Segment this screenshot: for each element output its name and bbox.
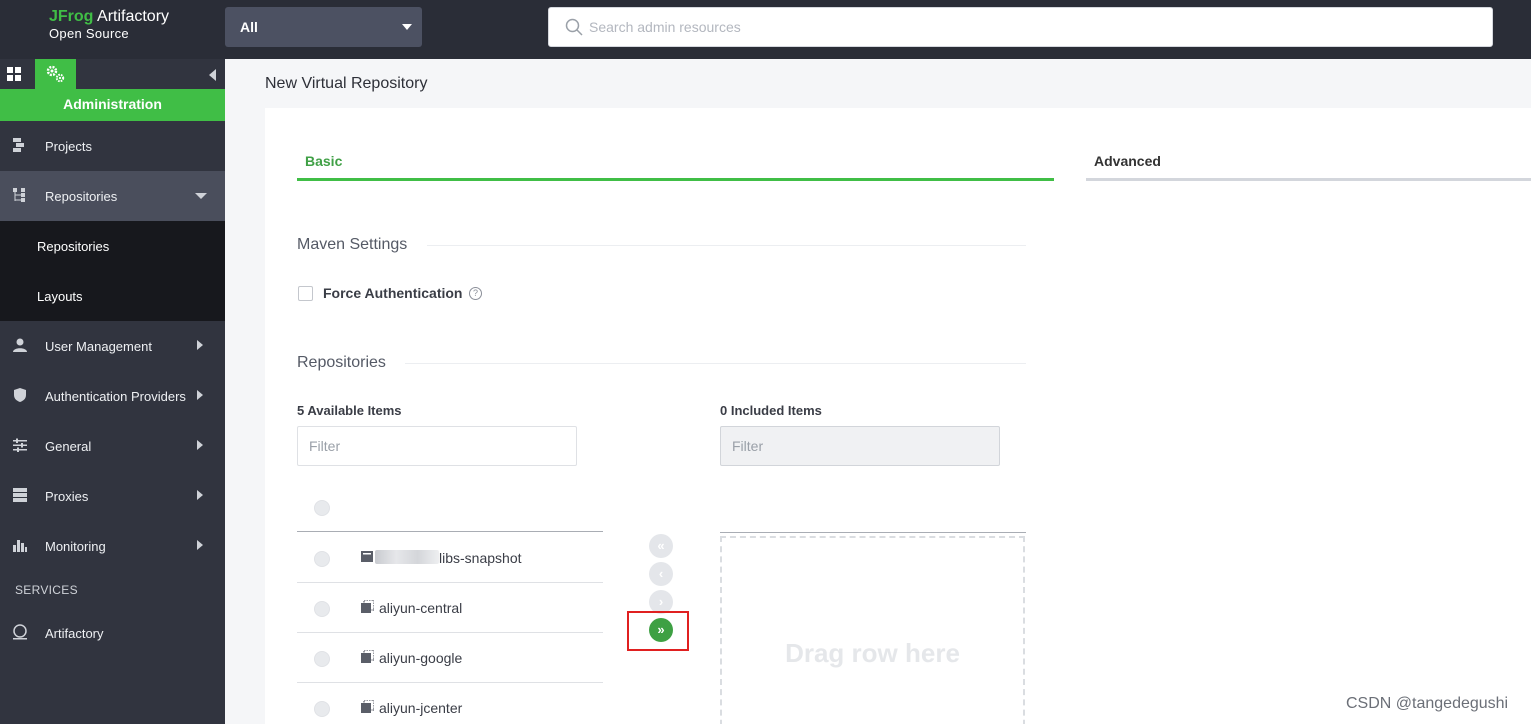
chevron-right-icon bbox=[197, 440, 203, 450]
table-row[interactable]: libs-snapshot bbox=[297, 533, 603, 583]
sidebar-subitem-label: Repositories bbox=[37, 239, 110, 254]
chevron-right-icon bbox=[197, 390, 203, 400]
repository-icon bbox=[361, 551, 373, 562]
remote-repository-icon bbox=[361, 700, 374, 713]
row-select-radio[interactable] bbox=[314, 651, 330, 667]
sidebar-item-label: Projects bbox=[45, 139, 92, 154]
sidebar-item-proxies[interactable]: Proxies bbox=[0, 471, 225, 521]
sidebar-item-label: General bbox=[45, 439, 92, 454]
sidebar-subitem-repositories[interactable]: Repositories bbox=[0, 221, 225, 271]
administration-header: Administration bbox=[0, 89, 225, 121]
maven-settings-title: Maven Settings bbox=[297, 236, 408, 253]
tab-basic[interactable]: Basic bbox=[305, 153, 342, 169]
chevron-right-icon bbox=[197, 540, 203, 550]
sidebar-item-artifactory[interactable]: Artifactory bbox=[0, 608, 225, 658]
repository-name: aliyun-jcenter bbox=[379, 700, 463, 716]
drop-zone-text: Drag row here bbox=[785, 638, 960, 668]
gears-icon bbox=[46, 65, 65, 83]
shield-icon bbox=[14, 388, 26, 402]
brand-logo[interactable]: JFrog Artifactory Open Source bbox=[49, 8, 169, 42]
repository-name: aliyun-central bbox=[379, 600, 463, 616]
help-icon[interactable]: ? bbox=[469, 287, 482, 300]
page-title: New Virtual Repository bbox=[265, 75, 428, 92]
chevron-down-icon bbox=[402, 24, 412, 30]
sidebar-item-authentication-providers[interactable]: Authentication Providers bbox=[0, 371, 225, 421]
sidebar-item-user-management[interactable]: User Management bbox=[0, 321, 225, 371]
bar-chart-icon bbox=[13, 540, 27, 552]
table-row[interactable]: aliyun-jcenter bbox=[297, 683, 603, 724]
sliders-icon bbox=[13, 438, 27, 452]
divider bbox=[427, 245, 1026, 246]
server-icon bbox=[13, 488, 27, 502]
scope-select-value: All bbox=[240, 19, 258, 35]
sidebar-item-monitoring[interactable]: Monitoring bbox=[0, 521, 225, 571]
remote-repository-icon bbox=[361, 600, 374, 613]
remote-repository-icon bbox=[361, 650, 374, 663]
table-row[interactable]: aliyun-central bbox=[297, 583, 603, 633]
sidebar-subitem-label: Layouts bbox=[37, 289, 83, 304]
select-all-radio[interactable] bbox=[314, 500, 330, 516]
remove-selected-button[interactable]: ‹ bbox=[649, 562, 673, 586]
search-input[interactable] bbox=[589, 16, 1449, 38]
force-authentication-checkbox[interactable] bbox=[298, 286, 313, 301]
available-items-count: 5 Available Items bbox=[297, 403, 402, 418]
tab-basic-underline bbox=[297, 178, 1054, 181]
user-icon bbox=[13, 338, 27, 352]
search-box[interactable] bbox=[548, 7, 1493, 47]
repository-name: libs-snapshot bbox=[439, 550, 522, 566]
search-icon bbox=[565, 18, 583, 36]
chevron-right-icon bbox=[197, 340, 203, 350]
scope-select[interactable]: All bbox=[225, 7, 422, 47]
repositories-section-title: Repositories bbox=[297, 354, 386, 371]
available-select-all-row bbox=[297, 482, 603, 532]
top-bar: JFrog Artifactory Open Source All bbox=[0, 0, 1531, 59]
sidebar-item-label: Artifactory bbox=[45, 626, 104, 641]
included-items-count: 0 Included Items bbox=[720, 403, 822, 418]
highlight-annotation-box bbox=[627, 611, 689, 651]
available-filter-input[interactable] bbox=[297, 426, 577, 466]
force-authentication-label[interactable]: Force Authentication bbox=[323, 285, 463, 301]
app-grid-icon[interactable] bbox=[7, 67, 22, 82]
sidebar-item-projects[interactable]: Projects bbox=[0, 121, 225, 171]
repository-name: aliyun-google bbox=[379, 650, 463, 666]
repository-form-card: Basic Advanced Maven Settings Force Auth… bbox=[265, 108, 1531, 724]
sidebar-item-label: User Management bbox=[45, 339, 152, 354]
brand-edition: Open Source bbox=[49, 26, 129, 41]
sidebar-item-label: Monitoring bbox=[45, 539, 106, 554]
tab-advanced-underline bbox=[1086, 178, 1531, 181]
sidebar-subitem-layouts[interactable]: Layouts bbox=[0, 271, 225, 321]
sidebar-item-label: Proxies bbox=[45, 489, 89, 504]
collapse-sidebar-icon[interactable] bbox=[209, 69, 216, 81]
row-select-radio[interactable] bbox=[314, 701, 330, 717]
repositories-icon bbox=[13, 188, 25, 202]
services-heading: SERVICES bbox=[15, 583, 78, 597]
sidebar-item-label: Repositories bbox=[45, 189, 118, 204]
watermark: CSDN @tangedegushi bbox=[1346, 695, 1509, 712]
brand-name-product: Artifactory bbox=[93, 8, 170, 25]
chevron-down-icon bbox=[195, 193, 207, 199]
redacted-text bbox=[375, 550, 439, 564]
remove-all-button[interactable]: « bbox=[649, 534, 673, 558]
sidebar-item-repositories[interactable]: Repositories bbox=[0, 171, 225, 221]
table-row[interactable]: aliyun-google bbox=[297, 633, 603, 683]
sidebar-item-label: Authentication Providers bbox=[45, 389, 186, 404]
sidebar-top bbox=[0, 59, 225, 89]
included-filter-input[interactable] bbox=[720, 426, 1000, 466]
included-drop-zone[interactable]: Drag row here bbox=[720, 536, 1025, 724]
row-select-radio[interactable] bbox=[314, 601, 330, 617]
chevron-right-icon bbox=[197, 490, 203, 500]
included-header-divider bbox=[720, 532, 1026, 533]
sidebar-item-general[interactable]: General bbox=[0, 421, 225, 471]
sidebar: Administration Projects Repositories Rep… bbox=[0, 59, 225, 724]
artifactory-icon bbox=[13, 624, 27, 640]
divider bbox=[405, 363, 1026, 364]
admin-gear-tab[interactable] bbox=[35, 59, 76, 89]
brand-name-jfrog: JFrog bbox=[49, 8, 94, 25]
tab-advanced[interactable]: Advanced bbox=[1094, 153, 1161, 169]
projects-icon bbox=[13, 138, 24, 152]
row-select-radio[interactable] bbox=[314, 551, 330, 567]
